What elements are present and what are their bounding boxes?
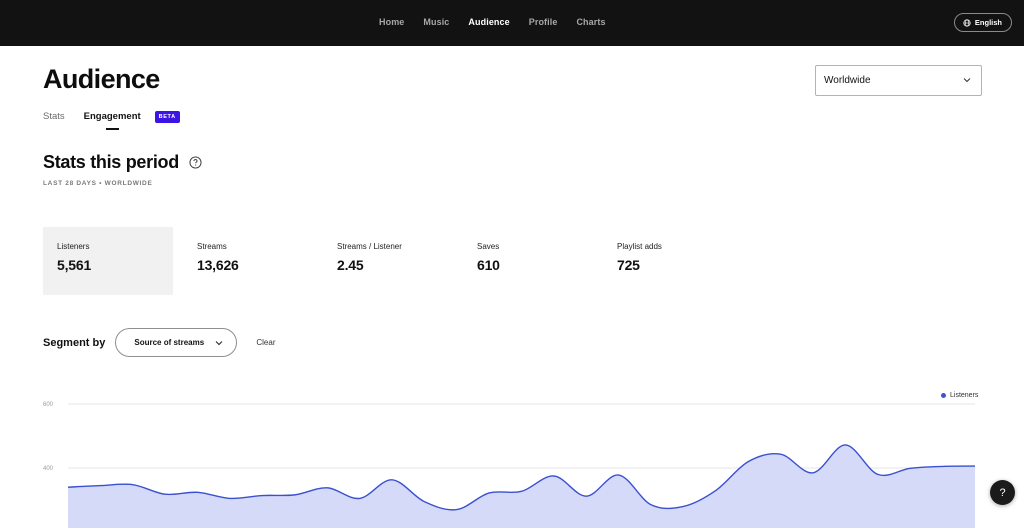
chevron-down-icon (216, 341, 223, 346)
segment-dropdown[interactable]: Source of streams (115, 328, 238, 357)
data-point[interactable] (778, 451, 784, 457)
segment-controls: Segment by Source of streams Clear (43, 328, 275, 357)
nav-item-music[interactable]: Music (423, 17, 449, 27)
stat-card[interactable]: Streams / Listener 2.45 (323, 227, 463, 295)
data-point[interactable] (389, 477, 395, 483)
data-point[interactable] (162, 491, 168, 497)
data-point[interactable] (940, 463, 946, 469)
data-point[interactable] (680, 503, 686, 509)
language-button[interactable]: English (953, 13, 1012, 32)
stat-value: 725 (617, 257, 640, 273)
data-point[interactable] (65, 484, 71, 490)
section-title: Stats this period (43, 152, 179, 172)
stat-card[interactable]: Saves 610 (463, 227, 603, 295)
top-navigation-bar: Home Music Audience Profile Charts English (0, 0, 1024, 46)
data-point[interactable] (259, 493, 265, 499)
stat-value: 2.45 (337, 257, 364, 273)
data-point[interactable] (130, 482, 136, 488)
tab-engagement[interactable]: Engagement (84, 111, 141, 130)
help-circle-icon[interactable] (189, 156, 202, 169)
tab-stats[interactable]: Stats (43, 111, 65, 128)
listeners-area (68, 444, 975, 528)
segment-label: Segment by (43, 336, 106, 349)
stat-label: Streams (197, 242, 227, 251)
chevron-down-icon (963, 78, 971, 83)
beta-badge: BETA (154, 111, 180, 123)
stat-value: 5,561 (57, 257, 92, 273)
region-value: Worldwide (824, 75, 871, 86)
stat-value: 13,626 (197, 257, 239, 273)
data-point[interactable] (97, 483, 103, 489)
data-point[interactable] (454, 507, 460, 513)
stat-label: Listeners (57, 242, 90, 251)
y-tick-label: 600 (43, 402, 54, 408)
stat-label: Saves (477, 242, 500, 251)
data-point[interactable] (842, 442, 848, 448)
nav-item-home[interactable]: Home (379, 17, 404, 27)
stat-value: 610 (477, 257, 500, 273)
audience-tabs: Stats Engagement BETA (43, 111, 180, 130)
stats-section-header: Stats this period (43, 152, 202, 173)
data-point[interactable] (551, 473, 557, 479)
data-point[interactable] (324, 485, 330, 491)
help-button[interactable]: ? (990, 480, 1015, 505)
data-point[interactable] (616, 472, 622, 478)
globe-icon (963, 18, 971, 27)
period-subtitle: LAST 28 DAYS • WORLDWIDE (43, 180, 153, 187)
data-point[interactable] (195, 489, 201, 495)
data-point[interactable] (583, 493, 589, 499)
data-point[interactable] (357, 495, 363, 501)
stat-card[interactable]: Streams 13,626 (183, 227, 323, 295)
stat-label: Playlist adds (617, 242, 662, 251)
clear-button[interactable]: Clear (256, 338, 275, 347)
data-point[interactable] (907, 465, 913, 471)
region-dropdown[interactable]: Worldwide (815, 65, 982, 96)
data-point[interactable] (486, 490, 492, 496)
nav-item-profile[interactable]: Profile (529, 17, 558, 27)
data-point[interactable] (292, 492, 298, 498)
data-point[interactable] (227, 495, 233, 501)
data-point[interactable] (648, 502, 654, 508)
stat-label: Streams / Listener (337, 242, 402, 251)
data-point[interactable] (745, 459, 751, 465)
listeners-chart: 600 400 (43, 402, 978, 528)
main-nav: Home Music Audience Profile Charts (379, 17, 625, 27)
y-tick-label: 400 (43, 466, 54, 472)
stat-card[interactable]: Listeners 5,561 (43, 227, 173, 295)
stats-row: Listeners 5,561 Streams 13,626 Streams / Lis… (43, 227, 743, 295)
data-point[interactable] (519, 488, 525, 494)
page-title: Audience (43, 64, 160, 94)
data-point[interactable] (875, 471, 881, 477)
data-point[interactable] (972, 463, 978, 469)
stat-card[interactable]: Playlist adds 725 (603, 227, 743, 295)
nav-item-charts[interactable]: Charts (576, 17, 605, 27)
data-point[interactable] (810, 470, 816, 476)
language-label: English (974, 18, 1002, 27)
data-point[interactable] (421, 499, 427, 505)
nav-item-audience[interactable]: Audience (468, 17, 509, 27)
segment-value: Source of streams (134, 338, 205, 347)
data-point[interactable] (713, 487, 719, 493)
